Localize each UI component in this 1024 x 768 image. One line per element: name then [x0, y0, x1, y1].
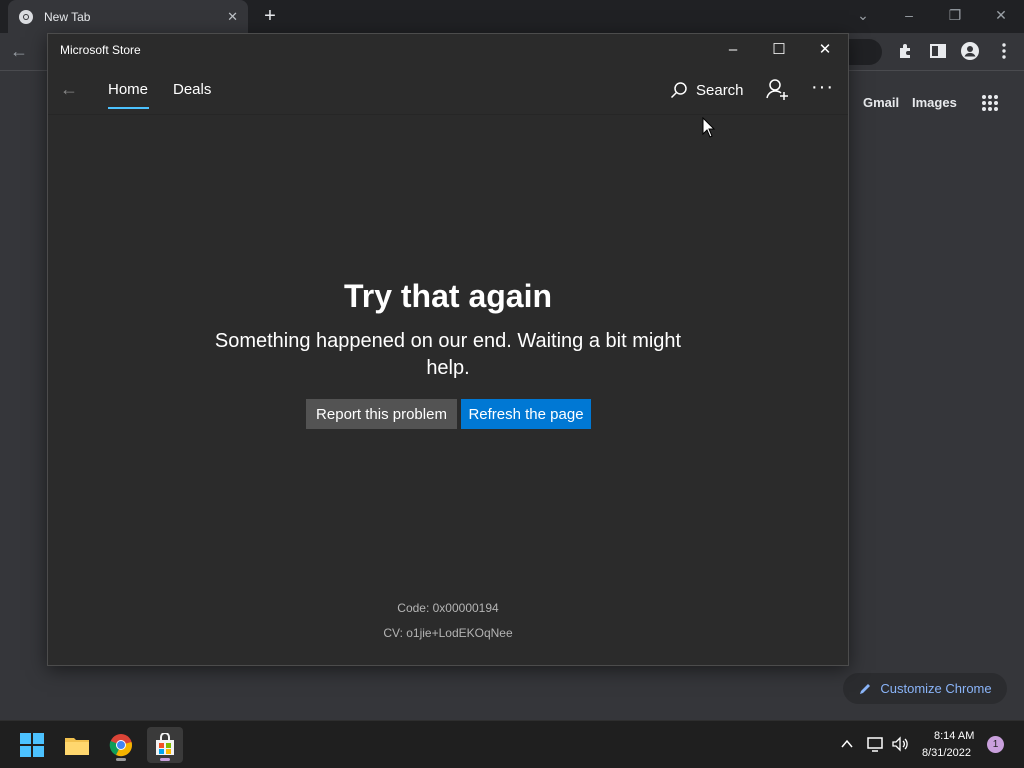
network-icon[interactable]	[866, 735, 884, 753]
back-arrow-icon[interactable]: ←	[60, 79, 78, 100]
error-code: Code: 0x00000194	[397, 601, 499, 615]
search-label: Search	[696, 81, 744, 99]
notification-badge[interactable]: 1	[987, 736, 1004, 753]
clock-time[interactable]: 8:14 AM	[934, 730, 974, 742]
start-button[interactable]	[14, 727, 50, 763]
chevron-down-icon[interactable]: ⌄	[848, 4, 878, 26]
mouse-cursor-icon	[702, 117, 716, 138]
running-indicator	[116, 758, 126, 761]
close-icon[interactable]: ✕	[227, 9, 238, 25]
minimize-icon[interactable]: –	[718, 39, 748, 61]
customize-chrome-button[interactable]: Customize Chrome	[843, 673, 1007, 704]
tab-home-underline	[108, 107, 149, 109]
search-button[interactable]: Search	[670, 78, 744, 102]
side-panel-icon[interactable]	[928, 41, 948, 61]
file-explorer-button[interactable]	[59, 727, 95, 763]
correlation-vector: CV: o1jie+LodEKOqNee	[383, 626, 513, 640]
minimize-icon[interactable]: –	[894, 4, 924, 26]
report-problem-button[interactable]: Report this problem	[306, 399, 457, 429]
extensions-icon[interactable]	[896, 41, 916, 61]
google-apps-icon[interactable]	[981, 94, 999, 112]
clock-date[interactable]: 8/31/2022	[922, 747, 971, 759]
chrome-tab-title: New Tab	[44, 9, 91, 24]
restore-icon[interactable]: ❐	[940, 4, 970, 26]
images-link[interactable]: Images	[912, 95, 957, 110]
refresh-page-button[interactable]: Refresh the page	[461, 399, 591, 429]
customize-chrome-label: Customize Chrome	[880, 681, 992, 696]
store-icon	[156, 733, 174, 755]
chrome-tabstrip: New Tab ✕ + ⌄ – ❐ ✕	[0, 0, 1024, 33]
new-tab-button[interactable]: +	[260, 6, 280, 26]
store-taskbar-button[interactable]	[147, 727, 183, 763]
tab-deals[interactable]: Deals	[173, 81, 211, 98]
chrome-taskbar-button[interactable]	[103, 727, 139, 763]
maximize-icon[interactable]: ☐	[764, 39, 794, 61]
chrome-tab-new-tab[interactable]: New Tab ✕	[8, 0, 248, 33]
store-nav-bar: ← Home Deals Search ···	[48, 66, 848, 115]
windows-logo-icon	[20, 733, 44, 757]
window-title: Microsoft Store	[60, 43, 141, 57]
chrome-menu-icon[interactable]	[994, 41, 1014, 61]
microsoft-store-window: Microsoft Store – ☐ ✕ ← Home Deals Searc…	[47, 33, 849, 666]
chrome-favicon-icon	[19, 9, 33, 24]
tab-home[interactable]: Home	[108, 81, 148, 98]
gmail-link[interactable]: Gmail	[863, 95, 899, 110]
volume-icon[interactable]	[891, 735, 909, 753]
error-title: Try that again	[343, 278, 553, 314]
chrome-icon	[109, 734, 132, 757]
pencil-icon	[860, 683, 871, 694]
back-arrow-icon[interactable]: ←	[10, 41, 28, 62]
close-window-icon[interactable]: ✕	[986, 4, 1016, 26]
more-options-button[interactable]: ···	[811, 76, 834, 99]
profile-icon[interactable]	[960, 41, 980, 61]
store-titlebar[interactable]: Microsoft Store – ☐ ✕	[48, 34, 848, 66]
error-message: Something happened on our end. Waiting a…	[214, 330, 682, 379]
folder-icon	[65, 738, 89, 755]
taskbar: 8:14 AM 8/31/2022	[0, 720, 1024, 768]
chevron-up-icon[interactable]	[840, 737, 854, 751]
active-indicator	[160, 758, 170, 761]
close-icon[interactable]: ✕	[810, 39, 840, 61]
account-add-icon[interactable]	[764, 77, 790, 103]
search-icon	[670, 82, 687, 99]
